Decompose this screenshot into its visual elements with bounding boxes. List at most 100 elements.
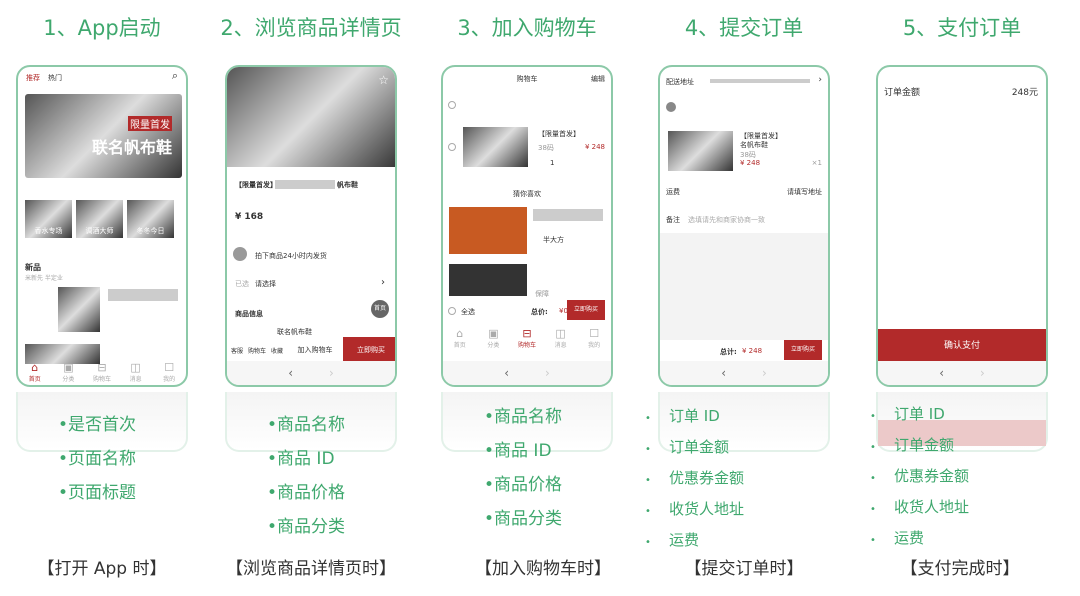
category-card[interactable]: 冬冬今日 — [127, 200, 174, 238]
item-image — [668, 131, 733, 171]
step-4-caption: 【提交订单时】 — [684, 559, 804, 579]
step-1-caption: 【打开 App 时】 — [37, 559, 167, 579]
search-icon[interactable]: ⌕ — [172, 69, 178, 83]
step-3-title: 3、加入购物车 — [457, 16, 597, 40]
home-badge[interactable]: 首页 — [371, 300, 389, 318]
recommend-image[interactable] — [449, 264, 527, 296]
nav-category[interactable]: ▣ 分类 — [53, 361, 83, 383]
field-list-1: •是否首次 •页面名称 •页面标题 — [58, 408, 136, 510]
field-item: • 运费 — [645, 531, 700, 549]
category-card[interactable]: 香水专场 — [25, 200, 72, 238]
select-all-checkbox[interactable] — [448, 307, 456, 315]
remark-input[interactable]: 选填请先和商家协商一致 — [688, 215, 765, 225]
bottom-nav: ⌂ 首页 ▣ 分类 ⊟ 购物车 ◫ 消息 ☐ 我的 — [18, 361, 186, 383]
cart-button[interactable]: 购物车 — [247, 346, 267, 355]
back-button[interactable]: ‹ — [504, 366, 509, 380]
back-button[interactable]: ‹ — [939, 366, 944, 380]
field-item: •商品名称 — [267, 415, 346, 435]
user-icon: ☐ — [164, 361, 175, 374]
nav-message[interactable]: ◫ 消息 — [546, 327, 576, 349]
phone-payment: 订单金额 248元 确认支付 ‹ › — [876, 65, 1048, 387]
nav-category[interactable]: ▣ 分类 — [478, 327, 508, 349]
nav-cart[interactable]: ⊟ 购物车 — [87, 361, 117, 383]
back-button[interactable]: ‹ — [288, 366, 293, 380]
total-value: ¥ 248 — [742, 347, 763, 355]
product-image[interactable] — [58, 287, 100, 332]
quantity-stepper[interactable]: 1 — [550, 159, 554, 167]
section-title: 新品 — [25, 263, 41, 272]
address-label: 配送地址 — [666, 78, 694, 86]
phone-submit-order: 配送地址 › 【限量首发】 名帆布鞋 38码 ¥ 248 ×1 运费 请填写地址… — [658, 65, 830, 387]
forward-button[interactable]: › — [545, 366, 550, 380]
spec-select[interactable]: 请选择 — [255, 279, 276, 289]
item-image — [463, 127, 528, 167]
item-price: ¥ 248 — [584, 143, 605, 151]
product-title-end: 帆布鞋 — [337, 181, 358, 189]
step-3-caption: 【加入购物车时】 — [475, 559, 611, 579]
buy-now-button[interactable]: 立即购买 — [343, 337, 395, 363]
chevron-right-icon[interactable]: › — [381, 277, 385, 288]
tab-recommend[interactable]: 推荐 — [26, 73, 40, 83]
banner[interactable]: 限量首发 联名帆布鞋 — [25, 94, 182, 178]
nav-mine[interactable]: ☐ 我的 — [154, 361, 184, 383]
info-text: 联名帆布鞋 — [277, 328, 312, 336]
checkout-button[interactable]: 立即购买 — [567, 300, 605, 320]
nav-label: 首页 — [453, 342, 466, 349]
nav-cart[interactable]: ⊟ 购物车 — [512, 327, 542, 349]
category-card[interactable]: 调酒大师 — [76, 200, 123, 238]
back-button[interactable]: ‹ — [721, 366, 726, 380]
phone-home: 推荐 热门 ⌕ 限量首发 联名帆布鞋 香水专场 调酒大师 冬冬今日 新品 米新先… — [16, 65, 188, 387]
field-item: • 订单 ID — [870, 405, 945, 423]
nav-message[interactable]: ◫ 消息 — [121, 361, 151, 383]
banner-text: 联名帆布鞋 — [91, 138, 172, 157]
nav-mine[interactable]: ☐ 我的 — [579, 327, 609, 349]
step-4-title: 4、提交订单 — [684, 16, 804, 40]
field-item: •商品价格 — [267, 483, 346, 503]
nav-home[interactable]: ⌂ 首页 — [20, 361, 50, 383]
add-to-cart-button[interactable]: 加入购物车 — [287, 345, 343, 355]
amount-label: 订单金额 — [884, 88, 921, 98]
nav-label: 首页 — [28, 376, 41, 383]
product-image — [227, 67, 395, 167]
item-checkbox[interactable] — [448, 143, 456, 151]
shop-checkbox[interactable] — [448, 101, 456, 109]
field-item: •商品名称 — [484, 407, 563, 427]
message-icon: ◫ — [130, 361, 141, 374]
field-item: • 订单金额 — [870, 436, 955, 454]
product-title-blurred — [108, 289, 178, 301]
favorite-button[interactable]: 收藏 — [267, 346, 287, 355]
star-icon[interactable]: ☆ — [378, 73, 389, 87]
phone-cart: 购物车 编辑 【限量首发】 38码 ¥ 248 1 猜你喜欢 半大方 保障 全选… — [441, 65, 613, 387]
remark-label: 备注 — [666, 216, 680, 224]
nav-home[interactable]: ⌂ 首页 — [445, 327, 475, 349]
total-label: 总计: — [720, 348, 737, 356]
avatar — [666, 102, 676, 112]
confirm-payment-button[interactable]: 确认支付 — [878, 329, 1046, 363]
edit-button[interactable]: 编辑 — [591, 74, 605, 84]
total-label: 总价: — [531, 308, 548, 316]
step-5-title: 5、支付订单 — [902, 16, 1022, 40]
service-button[interactable]: 客服 — [227, 346, 247, 355]
field-item: •页面标题 — [58, 483, 137, 503]
tab-hot[interactable]: 热门 — [48, 73, 62, 83]
step-2-caption: 【浏览商品详情页时】 — [226, 559, 396, 579]
amount-value: 248元 — [1011, 88, 1038, 98]
select-all-label: 全选 — [461, 308, 475, 316]
field-item: • 订单金额 — [645, 438, 730, 456]
chevron-right-icon[interactable]: › — [818, 75, 822, 85]
submit-order-button[interactable]: 立即购买 — [784, 340, 822, 360]
banner-tag: 限量首发 — [128, 116, 172, 131]
field-item: •是否首次 — [58, 415, 137, 435]
forward-button[interactable]: › — [980, 366, 985, 380]
section-subtitle: 米新先 半定业 — [25, 275, 63, 282]
recommend-image[interactable] — [449, 207, 527, 254]
nav-label: 分类 — [62, 376, 75, 383]
field-list-3: •商品名称 •商品 ID •商品价格 •商品分类 — [484, 400, 562, 536]
cart-title: 购物车 — [516, 75, 538, 83]
cart-icon: ⊟ — [522, 327, 532, 340]
shop-name: 半大方 — [543, 236, 564, 244]
forward-button[interactable]: › — [762, 366, 767, 380]
forward-button[interactable]: › — [329, 366, 334, 380]
field-list-2: •商品名称 •商品 ID •商品价格 •商品分类 — [267, 408, 345, 544]
field-item: • 收货人地址 — [645, 500, 745, 518]
